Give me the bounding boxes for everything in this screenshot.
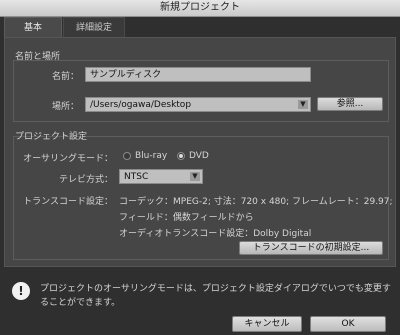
transcode-line-audio: オーディオトランスコード設定：Dolby Digital	[119, 229, 312, 239]
tab-basic[interactable]: 基本	[4, 17, 62, 37]
project-settings-title: プロジェクト設定	[15, 132, 88, 142]
cancel-button[interactable]: キャンセル	[232, 316, 302, 332]
info-icon: !	[12, 282, 30, 300]
chevron-down-icon: ▼	[190, 172, 200, 181]
radio-bluray[interactable]	[123, 152, 131, 160]
location-dropdown[interactable]: /Users/ogawa/Desktop ▼	[85, 97, 311, 112]
name-input[interactable]: サンプルディスク	[85, 67, 311, 82]
ok-button[interactable]: OK	[310, 316, 386, 332]
tv-standard-dropdown[interactable]: NTSC ▼	[119, 169, 203, 184]
transcode-defaults-button[interactable]: トランスコードの初期設定...	[239, 241, 383, 255]
transcode-line-codec: コーデック：MPEG-2; 寸法：720 x 480; フレームレート：29.9…	[119, 197, 393, 207]
info-message: プロジェクトのオーサリングモードは、プロジェクト設定ダイアログでいつでも変更する…	[40, 284, 391, 308]
tv-standard-value: NTSC	[124, 172, 149, 182]
location-label: 場所：	[51, 102, 79, 112]
tv-standard-label: テレビ方式：	[58, 175, 113, 185]
tab-content-panel: 名前と場所 名前： サンプルディスク 場所： /Users/ogawa/Desk…	[4, 37, 396, 267]
chevron-down-icon: ▼	[298, 100, 308, 109]
transcode-line-field: フィールド：偶数フィールドから	[119, 213, 254, 223]
radio-dvd[interactable]	[177, 152, 185, 160]
browse-button[interactable]: 参照...	[317, 97, 383, 111]
authoring-mode-label: オーサリングモード：	[23, 154, 113, 164]
transcode-label: トランスコード設定：	[23, 197, 113, 207]
tab-advanced[interactable]: 詳細設定	[63, 17, 125, 37]
name-location-title: 名前と場所	[15, 52, 61, 62]
window-title: 新規プロジェクト	[0, 0, 400, 17]
location-value: /Users/ogawa/Desktop	[90, 100, 192, 110]
radio-bluray-label: Blu-ray	[135, 151, 168, 161]
radio-dvd-label: DVD	[189, 151, 209, 161]
name-label: 名前：	[51, 72, 79, 82]
